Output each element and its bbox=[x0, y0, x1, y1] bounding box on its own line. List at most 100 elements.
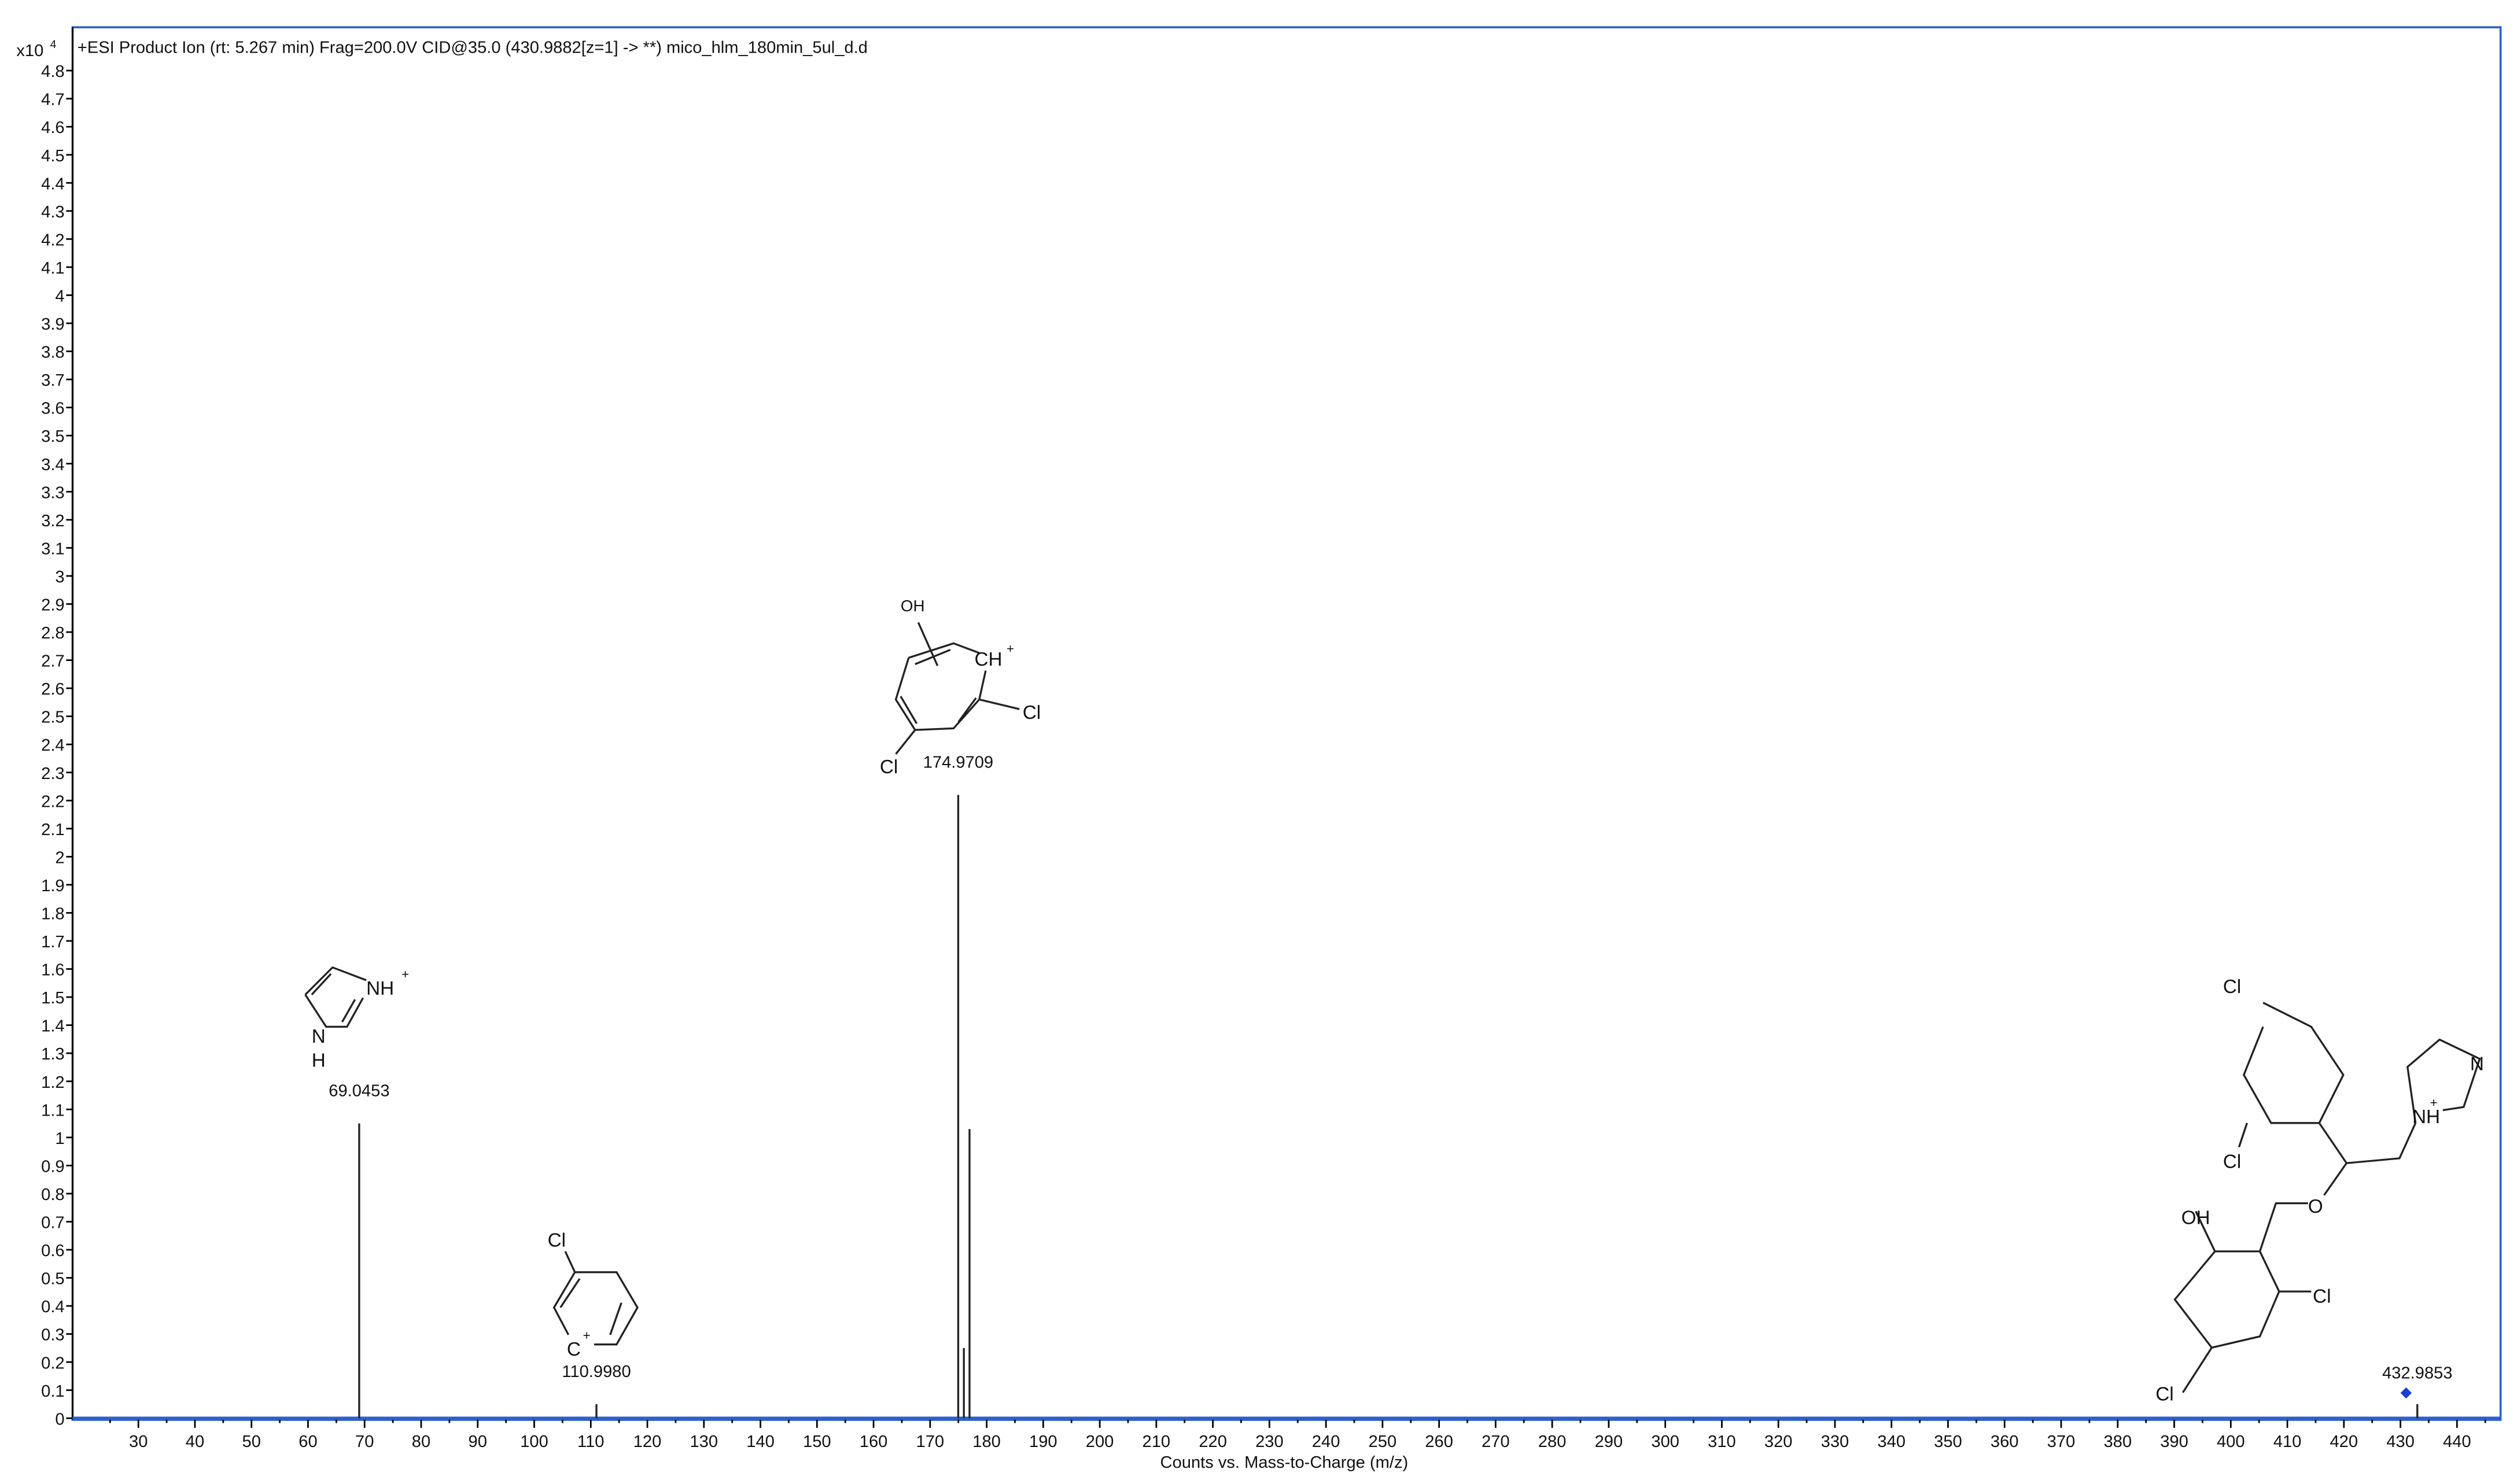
y-tick-label: 1.6 bbox=[41, 961, 64, 980]
svg-text:OH: OH bbox=[2181, 1208, 2210, 1229]
y-tick-label: 1.1 bbox=[41, 1101, 64, 1120]
x-tick-label: 210 bbox=[1143, 1433, 1171, 1451]
x-tick-label: 100 bbox=[520, 1433, 548, 1451]
x-tick-label: 110 bbox=[577, 1433, 604, 1451]
x-tick-label: 220 bbox=[1199, 1433, 1227, 1451]
y-tick-label: 0.8 bbox=[41, 1186, 64, 1204]
x-tick-label: 140 bbox=[746, 1433, 775, 1451]
x-tick-label: 160 bbox=[860, 1433, 888, 1451]
y-tick-label: 4.1 bbox=[41, 259, 64, 278]
svg-text:Cl: Cl bbox=[2155, 1384, 2173, 1405]
y-tick-label: 4 bbox=[55, 287, 64, 306]
svg-text:Cl: Cl bbox=[1023, 702, 1041, 723]
y-tick-label: 3.1 bbox=[41, 540, 64, 558]
mass-spectrum-chart: +ESI Product Ion (rt: 5.267 min) Frag=20… bbox=[16, 26, 2502, 1472]
x-tick-label: 400 bbox=[2217, 1433, 2245, 1451]
svg-text:+: + bbox=[1007, 641, 1014, 656]
svg-text:Cl: Cl bbox=[548, 1230, 566, 1251]
y-multiplier: x10 bbox=[16, 42, 43, 60]
x-tick-label: 300 bbox=[1651, 1433, 1679, 1451]
y-tick-label: 2.1 bbox=[41, 821, 64, 839]
x-tick-label: 50 bbox=[242, 1433, 261, 1451]
x-tick-label: 330 bbox=[1821, 1433, 1849, 1451]
y-tick-label: 1.8 bbox=[41, 905, 64, 924]
x-tick-label: 320 bbox=[1764, 1433, 1793, 1451]
y-tick-label: 2.3 bbox=[41, 765, 64, 783]
y-tick-label: 4.2 bbox=[41, 231, 64, 249]
x-tick-label: 170 bbox=[916, 1433, 945, 1451]
svg-text:OH: OH bbox=[901, 597, 925, 615]
x-tick-label: 280 bbox=[1538, 1433, 1567, 1451]
x-tick-label: 130 bbox=[690, 1433, 718, 1451]
x-tick-label: 350 bbox=[1934, 1433, 1962, 1451]
x-tick-label: 190 bbox=[1029, 1433, 1057, 1451]
y-tick-label: 3.7 bbox=[41, 371, 64, 390]
y-tick-label: 0.5 bbox=[41, 1270, 64, 1289]
y-tick-label: 4.4 bbox=[41, 175, 64, 193]
chlorophenyl-structure: Cl C + bbox=[548, 1230, 639, 1360]
y-tick-label: 1.4 bbox=[41, 1017, 64, 1036]
y-tick-label: 1.7 bbox=[41, 933, 64, 951]
peak-label: 69.0453 bbox=[329, 1081, 389, 1100]
tropylium-structure: OH CH + Cl Cl bbox=[880, 597, 1041, 778]
y-tick-label: 0.7 bbox=[41, 1214, 64, 1232]
y-tick-label: 2.9 bbox=[41, 596, 64, 615]
svg-text:+: + bbox=[401, 967, 409, 981]
x-tick-label: 440 bbox=[2443, 1433, 2471, 1451]
x-tick-label: 260 bbox=[1425, 1433, 1453, 1451]
svg-text:O: O bbox=[2308, 1196, 2323, 1217]
x-tick-label: 340 bbox=[1877, 1433, 1906, 1451]
y-tick-label: 3.5 bbox=[41, 427, 64, 446]
x-tick-label: 250 bbox=[1369, 1433, 1397, 1451]
y-tick-label: 3.2 bbox=[41, 512, 64, 530]
x-tick-label: 270 bbox=[1482, 1433, 1510, 1451]
y-tick-label: 3.6 bbox=[41, 400, 64, 418]
svg-text:N: N bbox=[312, 1026, 326, 1047]
y-tick-label: 2.8 bbox=[41, 624, 64, 643]
y-tick-label: 3.9 bbox=[41, 315, 64, 334]
x-tick-label: 40 bbox=[186, 1433, 204, 1451]
x-tick-label: 30 bbox=[129, 1433, 148, 1451]
x-tick-label: 410 bbox=[2273, 1433, 2302, 1451]
y-tick-label: 2.7 bbox=[41, 652, 64, 671]
x-axis-label: Counts vs. Mass-to-Charge (m/z) bbox=[1160, 1453, 1409, 1472]
peak-label: 110.9980 bbox=[562, 1363, 631, 1381]
svg-text:C: C bbox=[567, 1339, 581, 1360]
x-tick-label: 380 bbox=[2103, 1433, 2132, 1451]
y-tick-label: 1.9 bbox=[41, 877, 64, 895]
x-tick-label: 90 bbox=[469, 1433, 487, 1451]
parent-structure: Cl Cl NH + N O OH Cl Cl bbox=[2155, 976, 2484, 1405]
svg-text:N: N bbox=[2470, 1053, 2484, 1075]
chart-title: +ESI Product Ion (rt: 5.267 min) Frag=20… bbox=[78, 39, 868, 57]
x-tick-label: 430 bbox=[2386, 1433, 2415, 1451]
imidazolium-structure: NH + N H bbox=[304, 966, 409, 1072]
svg-text:+: + bbox=[2430, 1095, 2438, 1110]
y-tick-label: 3.3 bbox=[41, 483, 64, 502]
svg-text:Cl: Cl bbox=[2223, 1151, 2241, 1173]
y-tick-label: 0.2 bbox=[41, 1354, 64, 1372]
x-tick-label: 420 bbox=[2330, 1433, 2358, 1451]
y-tick-label: 0.3 bbox=[41, 1326, 64, 1345]
peak-label: 174.9709 bbox=[923, 753, 993, 771]
y-tick-label: 4.8 bbox=[41, 62, 64, 81]
svg-text:CH: CH bbox=[974, 649, 1002, 670]
x-tick-label: 390 bbox=[2160, 1433, 2188, 1451]
y-tick-label: 4.3 bbox=[41, 203, 64, 222]
precursor-diamond-marker bbox=[2400, 1387, 2412, 1399]
y-tick-label: 3.8 bbox=[41, 344, 64, 362]
y-tick-label: 1.3 bbox=[41, 1045, 64, 1064]
x-tick-label: 180 bbox=[972, 1433, 1001, 1451]
x-tick-label: 60 bbox=[298, 1433, 317, 1451]
y-tick-label: 1 bbox=[55, 1129, 64, 1148]
y-tick-label: 2.2 bbox=[41, 792, 64, 811]
x-tick-label: 230 bbox=[1255, 1433, 1284, 1451]
x-tick-label: 120 bbox=[633, 1433, 662, 1451]
svg-text:Cl: Cl bbox=[2223, 976, 2241, 998]
y-tick-label: 1.5 bbox=[41, 989, 64, 1007]
svg-text:H: H bbox=[312, 1050, 326, 1072]
y-tick-label: 3.4 bbox=[41, 456, 64, 474]
plot-frame bbox=[71, 26, 2502, 1421]
y-tick-label: 2.5 bbox=[41, 708, 64, 727]
y-tick-label: 3 bbox=[55, 568, 64, 586]
y-tick-label: 4.7 bbox=[41, 91, 64, 109]
